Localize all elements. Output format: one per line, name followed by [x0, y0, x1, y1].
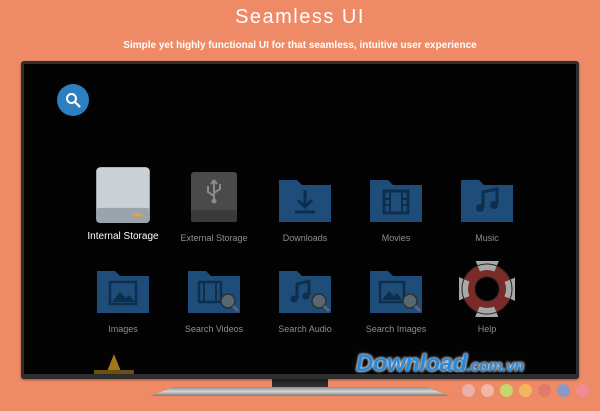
- dot: [462, 384, 475, 397]
- tile-search-audio[interactable]: Search Audio: [255, 261, 355, 351]
- lifebuoy-icon: [459, 261, 515, 317]
- dot: [500, 384, 513, 397]
- tv-screen: Internal Storage External Storage Downlo…: [24, 64, 576, 374]
- usb-drive-icon: [191, 172, 237, 222]
- tile-search-videos[interactable]: Search Videos: [164, 261, 264, 351]
- tile-downloads[interactable]: Downloads: [255, 170, 355, 260]
- color-dots: [462, 384, 589, 397]
- dot: [519, 384, 532, 397]
- tile-help[interactable]: Help: [437, 261, 537, 351]
- watermark-suffix: .com.vn: [466, 358, 524, 375]
- dot: [481, 384, 494, 397]
- watermark-logo: Download.com.vn: [356, 350, 524, 378]
- tile-images[interactable]: Images: [73, 261, 173, 351]
- tile-music[interactable]: Music: [437, 170, 537, 260]
- search-icon: [66, 93, 81, 108]
- download-folder-icon: [279, 180, 331, 222]
- partial-folder-icon: [94, 354, 134, 374]
- search-images-icon: [370, 271, 422, 313]
- movie-folder-icon: [370, 180, 422, 222]
- hero-title: Seamless UI: [235, 6, 365, 28]
- tile-movies[interactable]: Movies: [346, 170, 446, 260]
- search-videos-icon: [188, 271, 240, 313]
- search-audio-icon: [279, 271, 331, 313]
- tile-label: Music: [475, 233, 499, 243]
- tv-stand-base: [150, 387, 450, 396]
- hero-subtitle: Simple yet highly functional UI for that…: [123, 40, 477, 51]
- tile-search-images[interactable]: Search Images: [346, 261, 446, 351]
- dot: [557, 384, 570, 397]
- dot: [538, 384, 551, 397]
- watermark-main: Download: [356, 350, 467, 377]
- dot: [576, 384, 589, 397]
- tv-frame: Internal Storage External Storage Downlo…: [21, 61, 579, 379]
- internal-storage-icon: [96, 167, 150, 223]
- image-folder-icon: [97, 271, 149, 313]
- search-button[interactable]: [57, 84, 89, 116]
- tile-external-storage[interactable]: External Storage: [164, 170, 264, 260]
- tile-label: Help: [477, 324, 497, 334]
- music-folder-icon: [461, 180, 513, 222]
